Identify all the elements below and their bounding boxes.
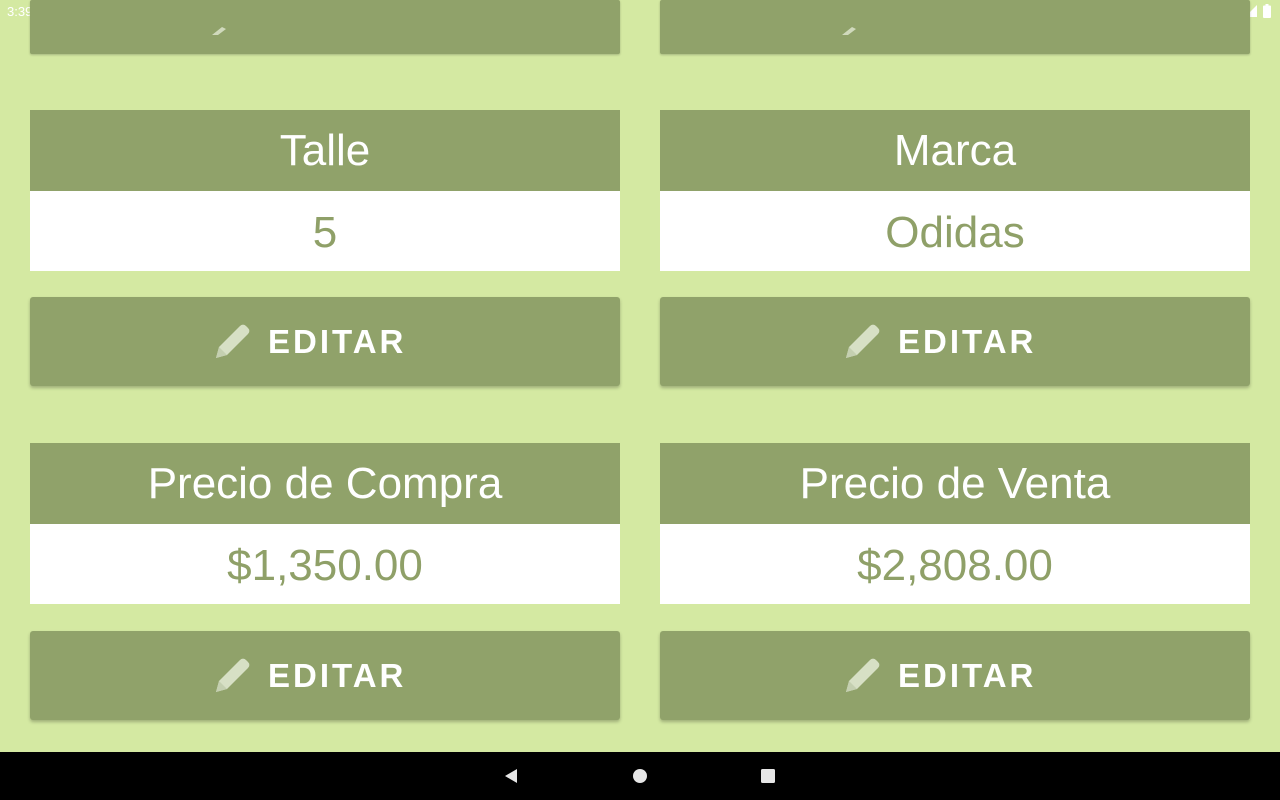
pencil-icon xyxy=(840,22,870,40)
edit-button-label: EDITAR xyxy=(268,657,407,694)
pencil-icon xyxy=(846,658,880,692)
pencil-icon xyxy=(216,324,250,358)
edit-button-label: EDITAR xyxy=(898,657,1037,694)
edit-precio-compra-button[interactable]: EDITAR xyxy=(30,631,620,720)
precio-compra-label: Precio de Compra xyxy=(30,443,620,524)
pencil-icon xyxy=(846,324,880,358)
precio-compra-value: $1,350.00 xyxy=(30,524,620,604)
talle-label: Talle xyxy=(30,110,620,191)
back-button[interactable] xyxy=(500,764,524,788)
recents-icon xyxy=(761,769,775,783)
edit-button-label: EDITAR xyxy=(898,323,1037,360)
edit-button-partial-left[interactable] xyxy=(30,0,620,54)
home-button[interactable] xyxy=(628,764,652,788)
status-time: 3:39 xyxy=(7,4,33,19)
pencil-icon xyxy=(210,22,240,40)
edit-precio-venta-button[interactable]: EDITAR xyxy=(660,631,1250,720)
marca-value: Odidas xyxy=(660,191,1250,271)
edit-talle-button[interactable]: EDITAR xyxy=(30,297,620,386)
recents-button[interactable] xyxy=(756,764,780,788)
edit-marca-button[interactable]: EDITAR xyxy=(660,297,1250,386)
precio-venta-value: $2,808.00 xyxy=(660,524,1250,604)
back-icon xyxy=(505,769,517,783)
talle-value: 5 xyxy=(30,191,620,271)
battery-icon xyxy=(1263,4,1271,18)
navigation-bar xyxy=(0,752,1280,800)
edit-button-partial-right[interactable] xyxy=(660,0,1250,54)
precio-venta-label: Precio de Venta xyxy=(660,443,1250,524)
marca-label: Marca xyxy=(660,110,1250,191)
home-icon xyxy=(633,769,647,783)
edit-button-label: EDITAR xyxy=(268,323,407,360)
pencil-icon xyxy=(216,658,250,692)
